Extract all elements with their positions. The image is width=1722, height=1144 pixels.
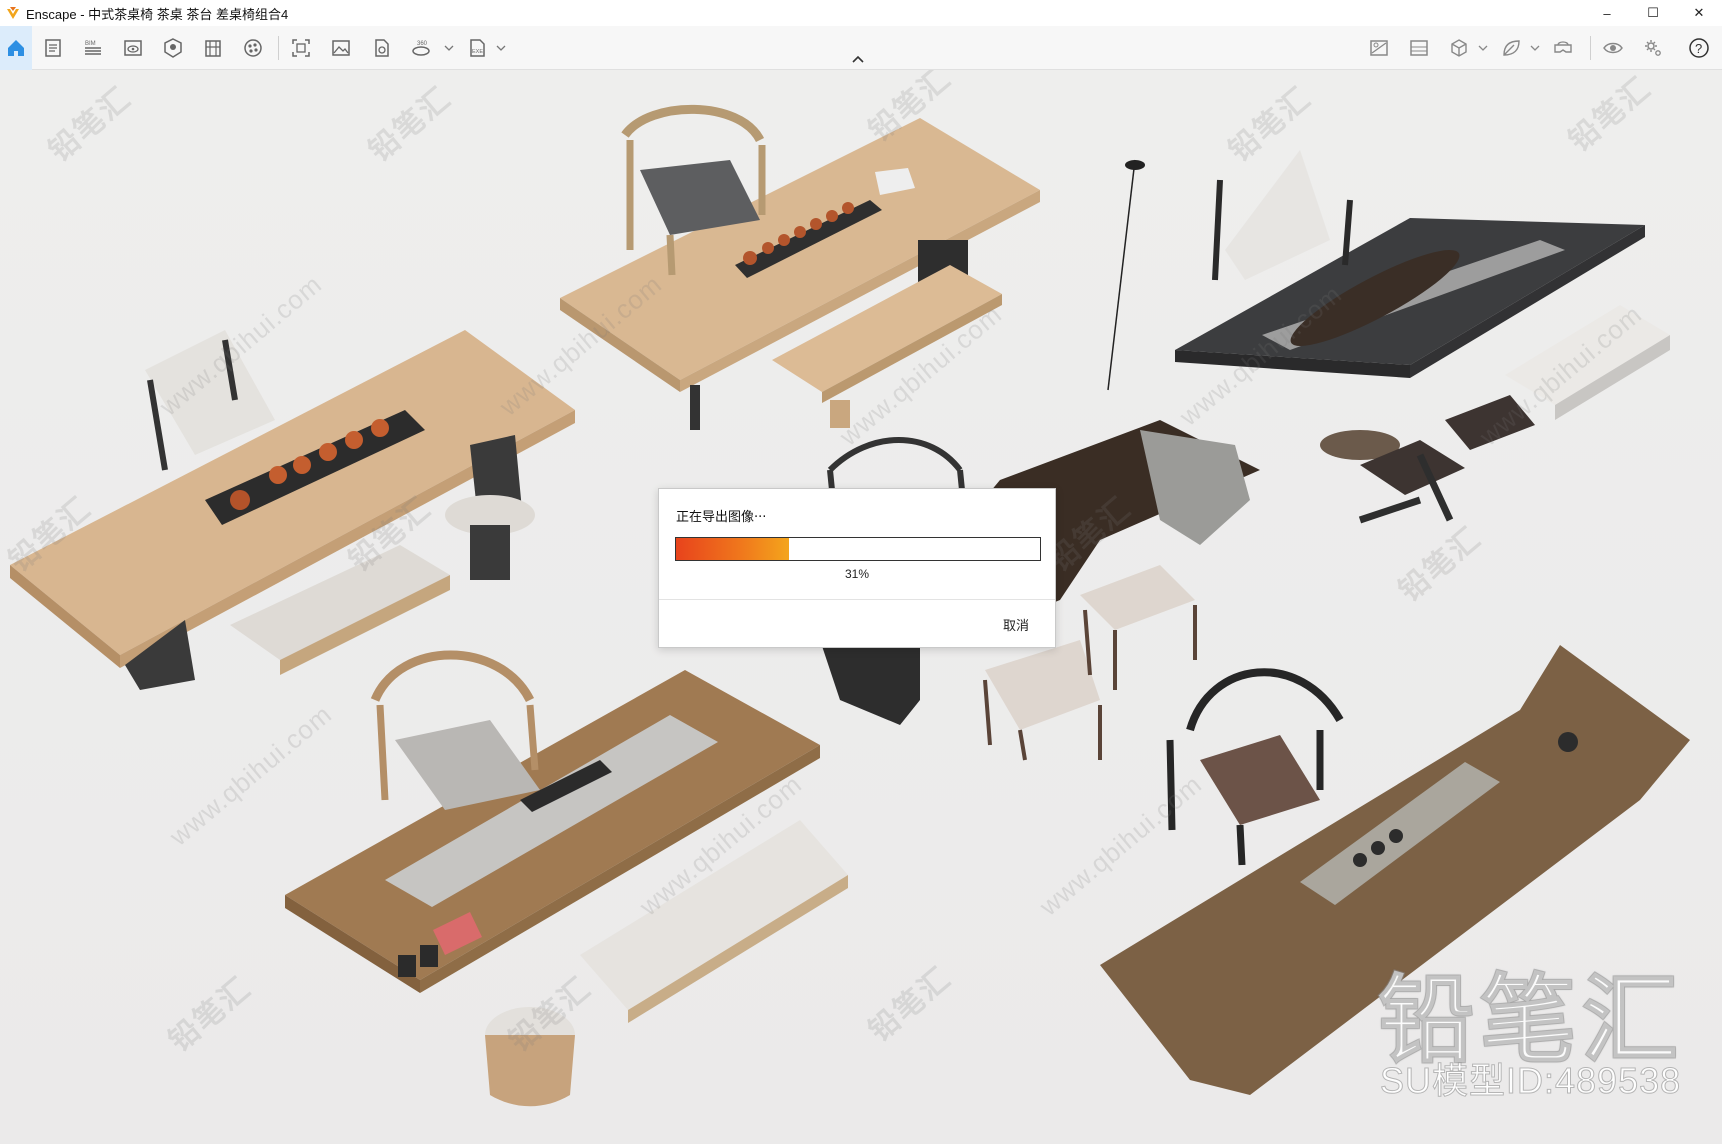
toolbar-separator	[1590, 36, 1591, 60]
tea-table-dark-stone	[1175, 150, 1670, 524]
view-button[interactable]	[118, 33, 148, 63]
export-button[interactable]	[366, 33, 396, 63]
svg-text:?: ?	[1695, 41, 1702, 56]
svg-text:BIM: BIM	[85, 41, 96, 47]
cancel-button[interactable]: 取消	[1003, 615, 1029, 634]
dialog-divider	[659, 599, 1055, 600]
progress-percentage: 31%	[844, 567, 870, 581]
vegetation-button[interactable]	[1496, 33, 1526, 63]
screenshot-icon	[292, 39, 310, 57]
visual-settings-button[interactable]	[1404, 33, 1434, 63]
chevron-up-icon[interactable]	[851, 54, 865, 64]
chevron-down-icon[interactable]	[1530, 44, 1540, 52]
panorama-360-icon: 360	[412, 41, 430, 56]
leaf-icon	[1503, 40, 1520, 56]
building-icon	[205, 40, 221, 57]
chevron-down-icon[interactable]	[444, 44, 454, 52]
help-button[interactable]: ?	[1684, 33, 1714, 63]
exe-export-button[interactable]: EXE	[462, 33, 492, 63]
home-button[interactable]	[0, 26, 32, 70]
general-settings-button[interactable]	[1638, 33, 1668, 63]
svg-text:EXE: EXE	[472, 49, 483, 55]
settings-icon	[1370, 40, 1388, 56]
tea-table-walnut	[285, 650, 848, 1107]
help-icon: ?	[1689, 38, 1709, 58]
bim-button[interactable]: BIM	[78, 33, 108, 63]
chevron-down-icon[interactable]	[1478, 44, 1488, 52]
exe-export-icon: EXE	[470, 39, 485, 57]
asset-library-button[interactable]	[158, 33, 188, 63]
view-icon	[124, 40, 142, 56]
screenshot-button[interactable]	[286, 33, 316, 63]
batch-render-button[interactable]	[326, 33, 356, 63]
eye-icon	[1603, 42, 1623, 54]
close-button[interactable]: ✕	[1676, 0, 1722, 26]
window-title: Enscape - 中式茶桌椅 茶桌 茶台 差桌椅组合4	[26, 6, 289, 22]
visibility-button[interactable]	[1598, 33, 1628, 63]
export-progress-dialog: 正在导出图像··· 31% 取消	[658, 488, 1056, 648]
chevron-down-icon[interactable]	[496, 44, 506, 52]
title-bar: Enscape - 中式茶桌椅 茶桌 茶台 差桌椅组合4 – ☐ ✕	[0, 0, 1722, 26]
document-icon	[45, 39, 61, 57]
vr-headset-button[interactable]	[1548, 33, 1578, 63]
visual-icon	[1410, 40, 1428, 56]
settings-panel-button[interactable]	[1364, 33, 1394, 63]
maximize-button[interactable]: ☐	[1630, 0, 1676, 26]
model-id-watermark: SU模型ID:489538	[1379, 1060, 1682, 1102]
progress-bar-fill	[676, 538, 789, 560]
image-icon	[332, 40, 350, 56]
building-button[interactable]	[198, 33, 228, 63]
gear-icon	[1645, 40, 1661, 56]
tea-table-natural-wood	[10, 330, 575, 690]
enscape-logo-icon	[7, 7, 19, 19]
progress-bar	[675, 537, 1041, 561]
minimize-button[interactable]: –	[1584, 0, 1630, 26]
cube-icon	[1451, 39, 1467, 57]
vr-icon	[1554, 41, 1572, 53]
enscape-window: Enscape - 中式茶桌椅 茶桌 茶台 差桌椅组合4 – ☐ ✕ BIM 3…	[0, 0, 1722, 1144]
cube-button[interactable]	[1444, 33, 1474, 63]
svg-text:360: 360	[417, 41, 428, 47]
material-button[interactable]	[238, 33, 268, 63]
bim-icon: BIM	[85, 41, 101, 55]
export-icon	[375, 39, 389, 57]
home-icon	[8, 40, 24, 56]
asset-library-icon	[164, 38, 182, 58]
material-icon	[244, 39, 262, 57]
tea-table-light-oak	[560, 104, 1040, 430]
toolbar-separator	[278, 36, 279, 60]
dialog-title: 正在导出图像···	[676, 510, 767, 525]
document-button[interactable]	[38, 33, 68, 63]
panorama-button[interactable]: 360	[406, 33, 436, 63]
